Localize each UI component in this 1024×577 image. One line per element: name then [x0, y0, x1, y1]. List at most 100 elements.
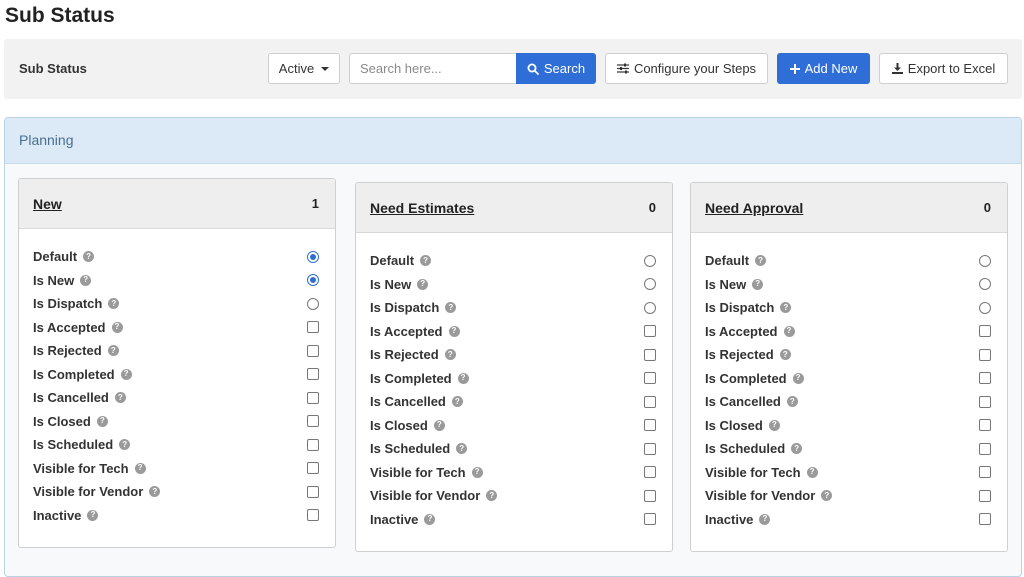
question-circle-icon[interactable]: ?: [83, 251, 95, 263]
status-card-need-approval: Need Approval 0 Default? Is New? Is Dispat…: [690, 182, 1008, 552]
option-label: Is Closed: [705, 417, 763, 433]
option-checkbox[interactable]: [307, 415, 319, 428]
card-title[interactable]: Need Approval: [705, 200, 803, 216]
option-checkbox[interactable]: [979, 348, 991, 361]
option-label: Is Accepted: [705, 323, 778, 339]
question-circle-icon[interactable]: ?: [791, 443, 803, 455]
status-filter-dropdown[interactable]: Active: [268, 53, 340, 84]
question-circle-icon[interactable]: ?: [420, 255, 432, 267]
option-radio[interactable]: [307, 297, 319, 310]
option-checkbox[interactable]: [307, 368, 319, 381]
card-title[interactable]: Need Estimates: [370, 200, 474, 216]
option-radio[interactable]: [644, 278, 656, 291]
question-circle-icon[interactable]: ?: [149, 486, 161, 498]
question-circle-icon[interactable]: ?: [448, 325, 460, 337]
option-radio[interactable]: [979, 254, 991, 267]
question-circle-icon[interactable]: ?: [108, 298, 120, 310]
question-circle-icon[interactable]: ?: [752, 278, 764, 290]
option-label: Is Accepted: [33, 319, 106, 335]
search-input[interactable]: [349, 53, 517, 84]
question-circle-icon[interactable]: ?: [119, 439, 131, 451]
option-label: Is Accepted: [370, 323, 443, 339]
option-radio[interactable]: [644, 254, 656, 267]
option-radio[interactable]: [979, 278, 991, 291]
option-row: Is Scheduled?: [691, 437, 1007, 461]
question-circle-icon[interactable]: ?: [417, 278, 429, 290]
option-checkbox[interactable]: [307, 509, 319, 522]
question-circle-icon[interactable]: ?: [486, 490, 498, 502]
question-circle-icon[interactable]: ?: [444, 349, 456, 361]
option-checkbox[interactable]: [979, 419, 991, 432]
question-circle-icon[interactable]: ?: [424, 513, 436, 525]
option-checkbox[interactable]: [644, 419, 656, 432]
option-checkbox[interactable]: [979, 395, 991, 408]
option-label: Is Cancelled: [705, 394, 781, 410]
toolbar-label: Sub Status: [19, 61, 87, 76]
question-circle-icon[interactable]: ?: [759, 513, 771, 525]
option-checkbox[interactable]: [307, 438, 319, 451]
option-checkbox[interactable]: [644, 513, 656, 526]
card-title[interactable]: New: [33, 196, 62, 212]
question-circle-icon[interactable]: ?: [780, 302, 792, 314]
question-circle-icon[interactable]: ?: [806, 466, 818, 478]
search-button[interactable]: Search: [516, 53, 596, 84]
question-circle-icon[interactable]: ?: [792, 372, 804, 384]
option-checkbox[interactable]: [979, 325, 991, 338]
option-row: Is Completed?: [691, 367, 1007, 391]
export-excel-button[interactable]: Export to Excel: [879, 53, 1008, 84]
question-circle-icon[interactable]: ?: [821, 490, 833, 502]
question-circle-icon[interactable]: ?: [456, 443, 468, 455]
option-radio[interactable]: [644, 301, 656, 314]
question-circle-icon[interactable]: ?: [96, 415, 108, 427]
option-checkbox[interactable]: [307, 321, 319, 334]
question-circle-icon[interactable]: ?: [783, 325, 795, 337]
question-circle-icon[interactable]: ?: [457, 372, 469, 384]
option-checkbox[interactable]: [979, 372, 991, 385]
option-checkbox[interactable]: [644, 442, 656, 455]
question-circle-icon[interactable]: ?: [433, 419, 445, 431]
option-checkbox[interactable]: [307, 485, 319, 498]
option-checkbox[interactable]: [979, 466, 991, 479]
option-checkbox[interactable]: [644, 372, 656, 385]
option-label: Is Rejected: [705, 347, 774, 363]
option-row: Is Accepted?: [19, 316, 335, 340]
question-circle-icon[interactable]: ?: [114, 392, 126, 404]
option-checkbox[interactable]: [644, 348, 656, 361]
question-circle-icon[interactable]: ?: [471, 466, 483, 478]
option-radio[interactable]: [307, 274, 319, 287]
add-new-button[interactable]: Add New: [777, 53, 870, 84]
option-row: Default?: [19, 245, 335, 269]
question-circle-icon[interactable]: ?: [120, 368, 132, 380]
option-radio[interactable]: [307, 250, 319, 263]
option-checkbox[interactable]: [644, 395, 656, 408]
question-circle-icon[interactable]: ?: [87, 509, 99, 521]
status-card-need-estimates: Need Estimates 0 Default? Is New? Is Dispa…: [355, 182, 673, 552]
option-label: Visible for Vendor: [370, 488, 481, 504]
option-checkbox[interactable]: [979, 489, 991, 502]
question-circle-icon[interactable]: ?: [755, 255, 767, 267]
question-circle-icon[interactable]: ?: [779, 349, 791, 361]
option-checkbox[interactable]: [307, 462, 319, 475]
option-checkbox[interactable]: [307, 391, 319, 404]
card-rows: Default? Is New? Is Dispatch? Is Accepted? I…: [356, 249, 672, 531]
question-circle-icon[interactable]: ?: [768, 419, 780, 431]
question-circle-icon[interactable]: ?: [445, 302, 457, 314]
configure-steps-button[interactable]: Configure your Steps: [605, 53, 768, 84]
add-new-label: Add New: [804, 61, 858, 76]
question-circle-icon[interactable]: ?: [451, 396, 463, 408]
page-title: Sub Status: [5, 4, 115, 27]
question-circle-icon[interactable]: ?: [111, 321, 123, 333]
option-checkbox[interactable]: [979, 442, 991, 455]
option-radio[interactable]: [979, 301, 991, 314]
question-circle-icon[interactable]: ?: [134, 462, 146, 474]
option-checkbox[interactable]: [979, 513, 991, 526]
option-row: Is New?: [19, 269, 335, 293]
option-label: Inactive: [370, 511, 419, 527]
question-circle-icon[interactable]: ?: [80, 274, 92, 286]
option-checkbox[interactable]: [644, 325, 656, 338]
option-checkbox[interactable]: [644, 466, 656, 479]
question-circle-icon[interactable]: ?: [107, 345, 119, 357]
option-checkbox[interactable]: [307, 344, 319, 357]
option-checkbox[interactable]: [644, 489, 656, 502]
question-circle-icon[interactable]: ?: [786, 396, 798, 408]
